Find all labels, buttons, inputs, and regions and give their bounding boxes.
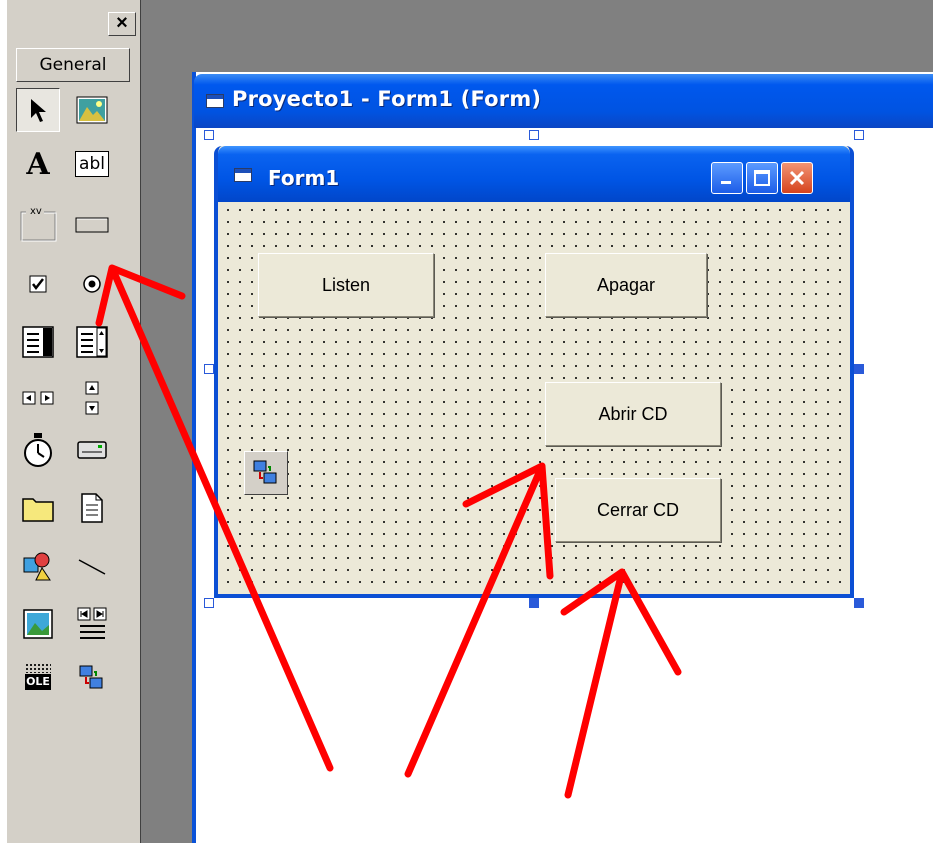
maximize-button[interactable] (746, 162, 778, 194)
toolbox-close-button[interactable]: × (108, 12, 136, 36)
shape-tool[interactable] (16, 544, 60, 588)
close-icon (789, 170, 805, 186)
ole-tool[interactable]: OLE (16, 656, 60, 700)
resize-handle-top-right (854, 130, 864, 140)
resize-handle-top-left (204, 130, 214, 140)
frame-glyph: xv (30, 206, 42, 217)
shape-icon (23, 552, 51, 581)
resize-handle-bottom[interactable] (529, 598, 539, 608)
designer-title: Proyecto1 - Form1 (Form) (232, 87, 542, 111)
maximize-icon (754, 170, 770, 186)
listbox-tool[interactable] (70, 320, 114, 364)
winsock-control[interactable] (244, 451, 288, 495)
line-icon (78, 559, 106, 575)
image-icon (23, 609, 53, 639)
form1-icon (234, 168, 252, 182)
close-button[interactable] (781, 162, 813, 194)
checkbox-tool[interactable] (16, 262, 60, 306)
minimize-icon (721, 181, 731, 184)
minimize-button[interactable] (711, 162, 743, 194)
vscrollbar-icon (85, 381, 99, 415)
resize-handle-left (204, 364, 214, 374)
pointer-icon (31, 99, 46, 122)
form1-client-area[interactable]: Listen Apagar Abrir CD Cerrar CD (218, 202, 850, 590)
drivelistbox-icon (77, 441, 107, 459)
pointer-tool[interactable] (16, 88, 60, 132)
textbox-icon: abl (75, 151, 109, 177)
line-tool[interactable] (70, 544, 114, 588)
optionbutton-icon (83, 275, 101, 293)
resize-handle-bottom-left (204, 598, 214, 608)
data-tool[interactable] (70, 602, 114, 646)
resize-handle-bottom-right[interactable] (854, 598, 864, 608)
picturebox-icon (76, 96, 108, 124)
drivelistbox-tool[interactable] (70, 428, 114, 472)
hscrollbar-icon (22, 391, 54, 405)
dirlistbox-icon (22, 498, 54, 522)
label-icon: A (26, 146, 50, 182)
hscrollbar-tool[interactable] (16, 376, 60, 420)
commandbutton-icon (75, 217, 109, 233)
checkbox-icon (29, 275, 47, 293)
toolbox-panel: × General A abl xv OLE (8, 0, 141, 843)
form1-titlebar[interactable]: Form1 (218, 146, 850, 202)
combobox-tool[interactable] (16, 320, 60, 364)
commandbutton-tool[interactable] (70, 202, 114, 246)
dirlistbox-tool[interactable] (16, 486, 60, 530)
resize-handle-top (529, 130, 539, 140)
winsock-control-icon (253, 460, 277, 484)
filelistbox-icon (81, 493, 103, 523)
frame-tool[interactable]: xv (16, 202, 60, 246)
optionbutton-tool[interactable] (70, 262, 114, 306)
ole-icon: OLE (23, 663, 53, 693)
designer-titlebar: Proyecto1 - Form1 (Form) (194, 74, 933, 128)
listbox-icon (76, 326, 108, 358)
textbox-tool[interactable]: abl (70, 142, 114, 186)
form-icon (206, 94, 224, 108)
toolbox-general-tab[interactable]: General (16, 48, 130, 82)
form1-title: Form1 (268, 166, 340, 190)
image-tool[interactable] (16, 602, 60, 646)
picturebox-tool[interactable] (70, 88, 114, 132)
cerrar-cd-button[interactable]: Cerrar CD (555, 478, 721, 542)
combobox-icon (22, 326, 54, 358)
left-edge (0, 0, 8, 843)
form1-window: Form1 Listen Apagar Abrir CD Cerrar CD (214, 146, 854, 598)
vscrollbar-tool[interactable] (70, 376, 114, 420)
filelistbox-tool[interactable] (70, 486, 114, 530)
listen-button[interactable]: Listen (258, 253, 434, 317)
apagar-button[interactable]: Apagar (545, 253, 707, 317)
resize-handle-right[interactable] (854, 364, 864, 374)
label-tool[interactable]: A (16, 142, 60, 186)
abrir-cd-button[interactable]: Abrir CD (545, 382, 721, 446)
timer-icon (24, 433, 52, 467)
winsock-tool[interactable] (70, 656, 114, 700)
timer-tool[interactable] (16, 428, 60, 472)
data-icon (77, 607, 107, 639)
winsock-icon (79, 665, 103, 689)
